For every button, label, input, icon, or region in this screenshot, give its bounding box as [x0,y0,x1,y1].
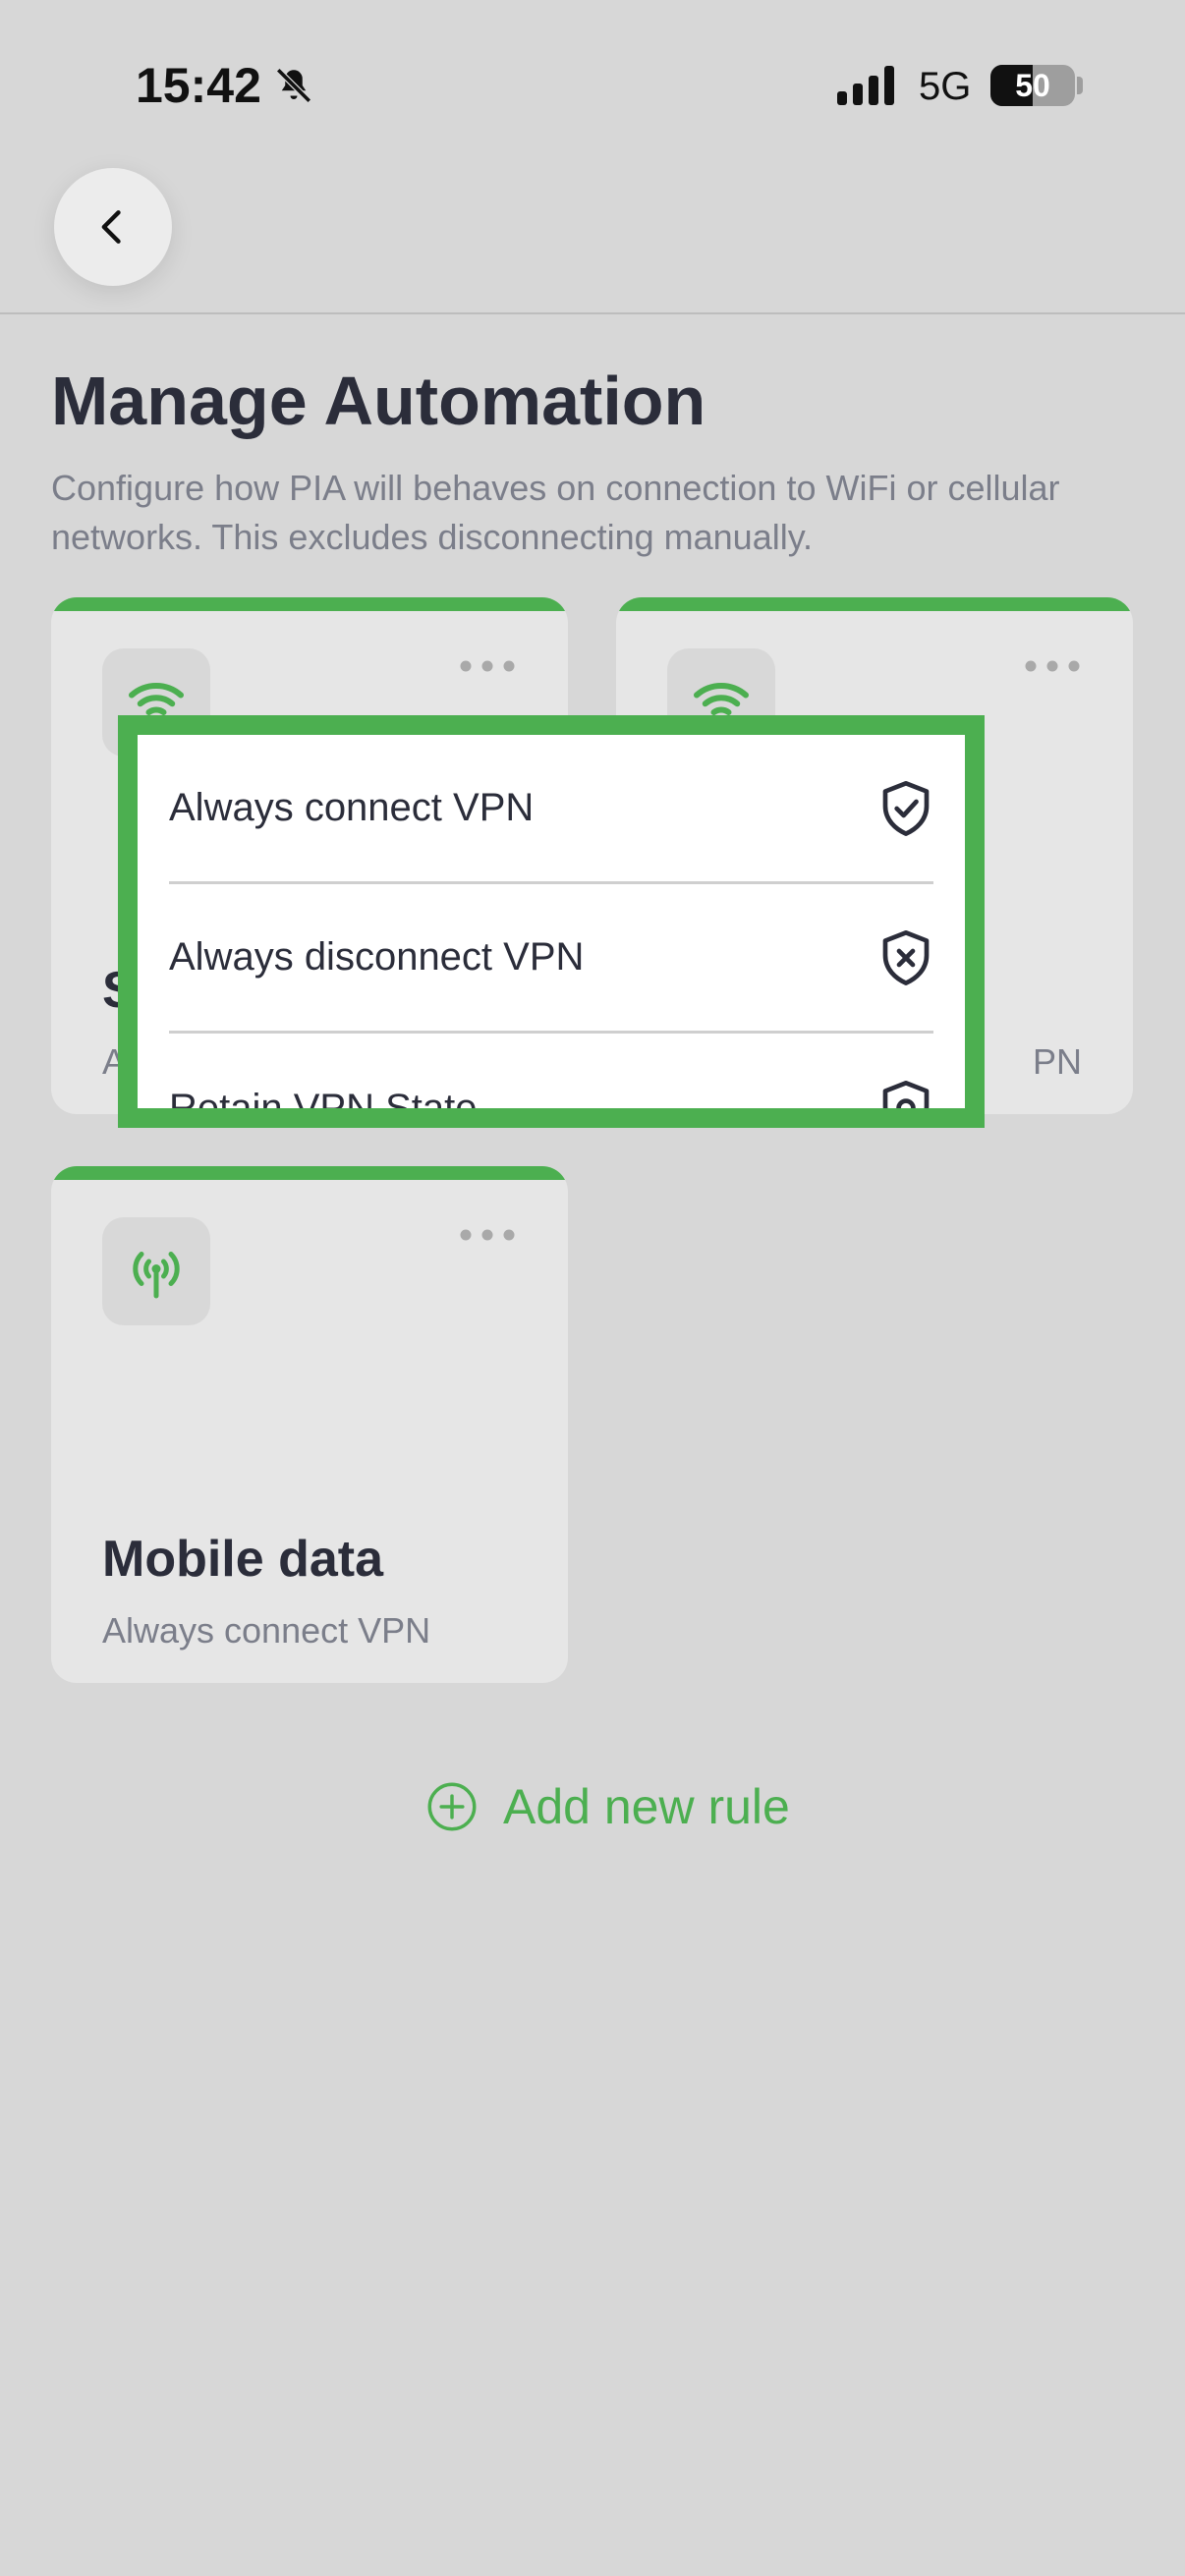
status-bar: 15:42 5G 50 [0,0,1185,167]
screen: 15:42 5G 50 Manage Automation Configure … [0,0,1185,2576]
antenna-icon [133,1252,180,1299]
menu-container: Always connect VPN Always disconnect VPN… [138,735,965,1108]
battery-level: 50 [1015,67,1050,103]
shield-gear-icon [882,1081,930,1108]
rule-action-menu: Always connect VPN Always disconnect VPN… [118,715,985,1128]
shield-check-icon [882,780,930,836]
menu-item-always-disconnect[interactable]: Always disconnect VPN [169,884,933,1034]
bell-muted-icon [276,68,311,103]
add-new-rule-label: Add new rule [503,1779,790,1834]
more-options-icon[interactable] [458,656,517,676]
menu-item-label: Retain VPN State [169,1086,478,1109]
menu-item-label: Always disconnect VPN [169,935,585,979]
menu-item-always-connect[interactable]: Always connect VPN [169,735,933,884]
signal-icon [837,66,894,105]
card-title: Mobile data [102,1531,384,1588]
status-time: 15:42 [136,58,261,113]
shield-x-icon [882,929,930,985]
network-type: 5G [919,65,972,108]
more-options-icon[interactable] [458,1225,517,1245]
back-button[interactable] [54,168,172,286]
plus-circle-icon [427,1782,477,1831]
card-subtitle: Always connect VPN [102,1610,431,1651]
battery-tip [1077,77,1083,94]
card-status-bar [51,597,568,611]
card-icon-box [102,1217,210,1325]
menu-item-label: Always connect VPN [169,786,535,829]
page-title: Manage Automation [51,363,706,439]
page-description: Configure how PIA will behaves on connec… [51,468,1060,557]
add-new-rule-button[interactable]: Add new rule [426,1778,790,1835]
card-status-bar [51,1166,568,1180]
chevron-left-icon [101,210,121,244]
card-status-bar [616,597,1133,611]
more-options-icon[interactable] [1023,656,1082,676]
header-divider [0,312,1185,314]
rule-card[interactable]: Mobile data Always connect VPN [51,1166,568,1683]
card-subtitle: PN [1032,1041,1082,1082]
battery-icon: 50 [990,65,1075,106]
menu-item-retain-state[interactable]: Retain VPN State [169,1034,933,1108]
